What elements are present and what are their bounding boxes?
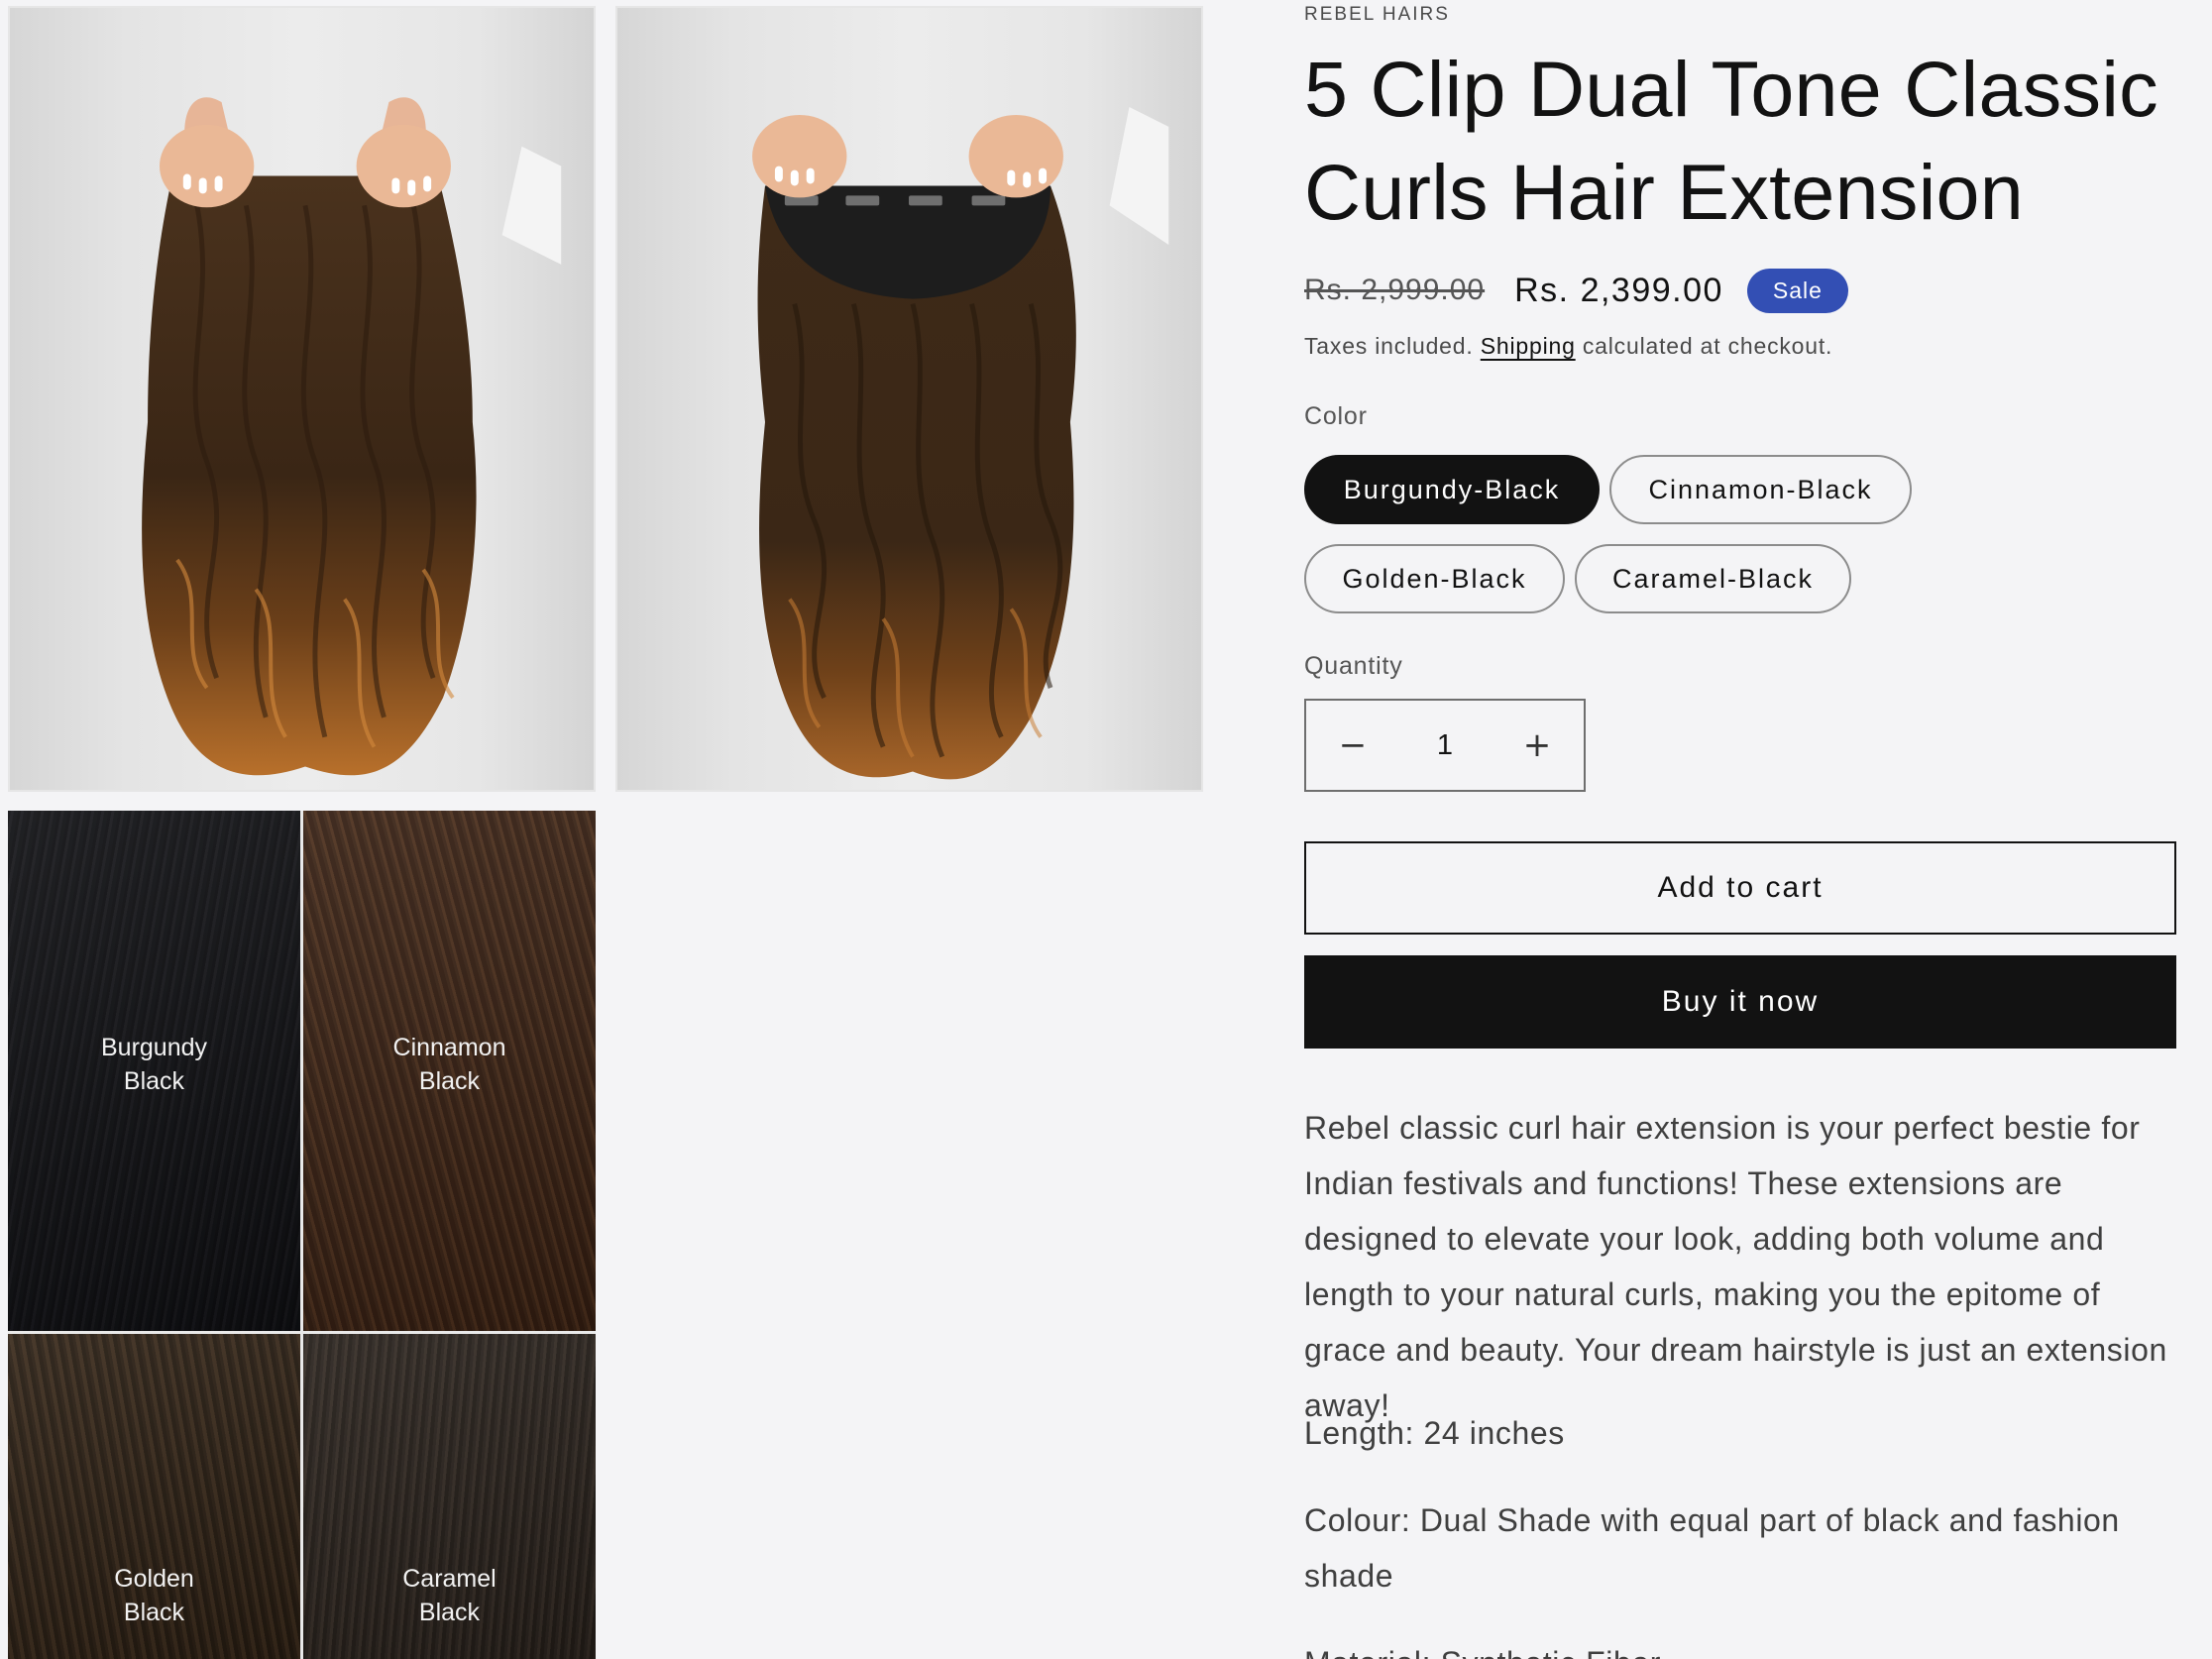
quantity-label: Quantity — [1304, 652, 1403, 680]
quantity-stepper: − 1 + — [1304, 699, 1586, 792]
swatch-burgundy-black: Burgundy Black — [8, 811, 300, 1331]
minus-icon: − — [1338, 725, 1368, 765]
tax-note: Taxes included. Shipping calculated at c… — [1304, 333, 1832, 360]
swatch-label: Cinnamon Black — [392, 1034, 506, 1095]
product-image-back[interactable] — [615, 6, 1203, 792]
sale-badge: Sale — [1746, 268, 1848, 313]
color-label: Color — [1304, 402, 1368, 430]
product-vendor: REBEL HAIRS — [1304, 4, 1450, 25]
add-to-cart-button[interactable]: Add to cart — [1304, 841, 2176, 935]
color-option-golden-black[interactable]: Golden-Black — [1304, 544, 1565, 613]
tax-note-prefix: Taxes included. — [1304, 333, 1474, 359]
quantity-increase-button[interactable]: + — [1491, 701, 1584, 790]
price-row: Rs. 2,999.00 Rs. 2,399.00 Sale — [1304, 264, 1848, 317]
hair-extension-front-illustration — [142, 97, 562, 776]
color-option-burgundy-black[interactable]: Burgundy-Black — [1304, 455, 1600, 524]
plus-icon: + — [1522, 725, 1552, 765]
shipping-link[interactable]: Shipping — [1481, 333, 1576, 359]
hair-extension-back-illustration — [752, 107, 1169, 780]
product-description: Rebel classic curl hair extension is you… — [1304, 1110, 2167, 1423]
spec-length: Length: 24 inches — [1304, 1415, 1565, 1451]
product-page: Burgundy Black Cinnamon Black Golden Bla… — [0, 0, 2212, 1659]
swatch-caramel-black: Caramel Black — [303, 1334, 596, 1659]
swatch-label: Caramel Black — [402, 1565, 497, 1626]
color-swatch-image[interactable]: Burgundy Black Cinnamon Black Golden Bla… — [8, 811, 596, 1659]
quantity-input[interactable]: 1 — [1399, 729, 1491, 762]
swatch-cinnamon-black: Cinnamon Black — [303, 811, 596, 1331]
product-title: 5 Clip Dual Tone Classic Curls Hair Exte… — [1304, 45, 2158, 236]
swatch-grid: Burgundy Black Cinnamon Black Golden Bla… — [8, 811, 596, 1659]
swatch-golden-black: Golden Black — [8, 1334, 300, 1659]
buy-it-now-button[interactable]: Buy it now — [1304, 955, 2176, 1049]
spec-material: Material: Synthetic Fiber — [1304, 1635, 2176, 1659]
regular-price: Rs. 2,999.00 — [1304, 274, 1486, 306]
color-option-cinnamon-black[interactable]: Cinnamon-Black — [1609, 455, 1912, 524]
color-option-caramel-black[interactable]: Caramel-Black — [1575, 544, 1851, 613]
quantity-decrease-button[interactable]: − — [1306, 701, 1399, 790]
swatch-label: Golden Black — [114, 1565, 194, 1626]
swatch-label: Burgundy Black — [100, 1034, 208, 1095]
product-image-front[interactable] — [8, 6, 596, 792]
tax-note-suffix: calculated at checkout. — [1582, 333, 1833, 359]
sale-price: Rs. 2,399.00 — [1514, 271, 1723, 309]
spec-colour: Colour: Dual Shade with equal part of bl… — [1304, 1502, 2120, 1594]
